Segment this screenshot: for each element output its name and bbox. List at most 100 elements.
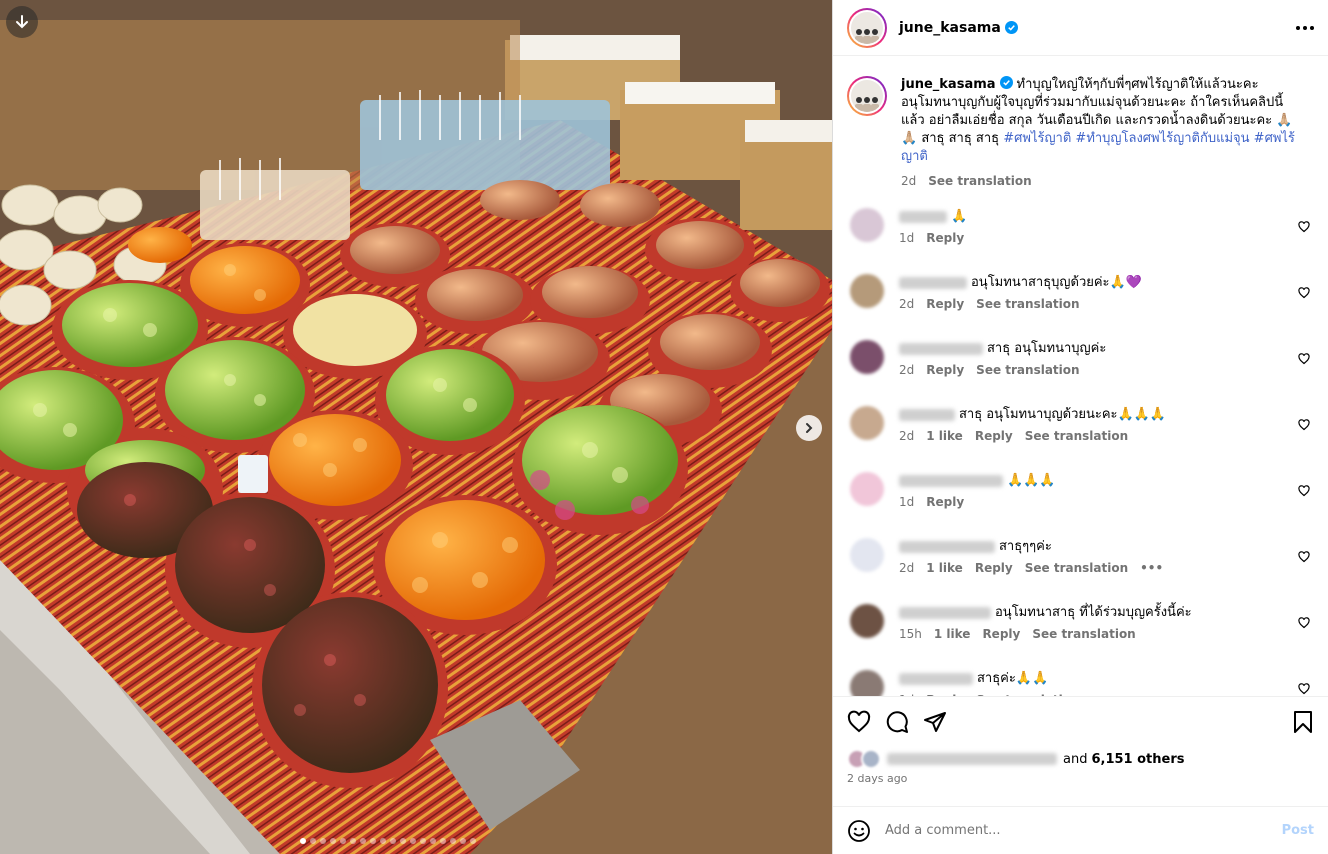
commenter-name-blurred[interactable] [899,607,991,619]
commenter-avatar[interactable] [850,208,884,242]
commenter-name-blurred[interactable] [899,475,1003,487]
commenter-name-blurred[interactable] [899,409,955,421]
carousel-next-button[interactable] [796,415,822,441]
likes-count[interactable]: 6,151 others [1091,752,1184,767]
comment-like-button[interactable] [1298,482,1310,501]
reply-button[interactable]: Reply [982,627,1020,641]
author-username[interactable]: june_kasama [899,20,1001,36]
liker-avatar [861,749,881,769]
carousel-dot [440,838,446,844]
commenter-avatar[interactable] [850,406,884,440]
reply-button[interactable]: Reply [975,429,1013,443]
heart-icon [1298,221,1310,233]
post-side-panel: june_kasama june_kasama ทำบุญใหญ่ให้ๆกับ… [832,0,1328,854]
smiley-icon [848,819,870,842]
comment-like-button[interactable] [1298,680,1310,696]
reply-button[interactable]: Reply [926,693,964,696]
comment-row: สาธุๆๆค่ะ 2d 1 like Reply See translation ••• [847,538,1314,586]
comments-list: 🙏 1d Reply อนุโมทนาสาธุบุญด้วยค่ะ🙏💜 2d Reply S… [847,208,1314,696]
carousel-dot [310,838,316,844]
comment-row: สาธุ อนุโมทนาบุญด้วยนะคะ🙏🙏🙏 2d 1 like Reply… [847,406,1314,454]
see-translation-link[interactable]: See translation [976,363,1079,377]
see-translation-link[interactable]: See translation [928,172,1031,190]
commenter-avatar[interactable] [850,340,884,374]
reply-button[interactable]: Reply [975,561,1013,575]
comment-row: สาธุ อนุโมทนาบุญค่ะ 2d Reply See translatio… [847,340,1314,388]
carousel-dot [300,838,306,844]
commenter-avatar[interactable] [850,274,884,308]
commenter-name-blurred[interactable] [899,343,983,355]
download-button[interactable] [6,6,38,38]
commenter-avatar[interactable] [850,604,884,638]
comment-row: อนุโมทนาสาธุ ที่ได้ร่วมบุญครั้งนี้ค่ะ 15h… [847,604,1314,652]
commenter-name-blurred[interactable] [899,277,967,289]
carousel-dot [390,838,396,844]
author-avatar[interactable] [847,7,887,48]
comment-row: 🙏🙏🙏 1d Reply [847,472,1314,520]
avatar-image [851,80,883,112]
caption-time: 2d [901,174,917,188]
post-header: june_kasama [833,0,1328,56]
comment-like-button[interactable] [1298,218,1310,237]
post-photo [0,0,832,854]
carousel-dot [470,838,476,844]
see-translation-link[interactable]: See translation [976,297,1079,311]
comment-text: สาธุ อนุโมทนาบุญค่ะ [987,341,1107,356]
emoji-button[interactable] [847,819,871,843]
reply-button[interactable]: Reply [926,495,964,509]
comment-time: 15h [899,627,922,641]
reply-button[interactable]: Reply [926,297,964,311]
send-icon [924,711,946,732]
liker-avatars [847,749,881,769]
comment-more-button[interactable]: ••• [1140,561,1163,575]
comment-time: 2d [899,363,915,377]
caption-username[interactable]: june_kasama [901,77,996,92]
comment-button[interactable] [885,710,909,734]
comment-input[interactable] [885,823,1282,838]
comment-likes[interactable]: 1 like [926,429,963,443]
post-actions [833,696,1328,746]
caption-avatar[interactable] [847,76,887,116]
share-button[interactable] [923,710,947,734]
likes-summary: and 6,151 others [833,746,1328,772]
commenter-avatar[interactable] [850,472,884,506]
reply-button[interactable]: Reply [926,231,964,245]
commenter-name-blurred[interactable] [899,541,995,553]
carousel-dot [380,838,386,844]
commenter-name-blurred[interactable] [899,673,973,685]
comment-like-button[interactable] [1298,350,1310,369]
see-translation-link[interactable]: See translation [1025,561,1128,575]
post-comment-button[interactable]: Post [1282,823,1314,838]
like-button[interactable] [847,710,871,734]
offerings-photo [0,0,832,854]
see-translation-link[interactable]: See translation [976,693,1079,696]
arrow-down-icon [16,15,28,29]
verified-badge-icon [1004,21,1018,34]
comment-row: 🙏 1d Reply [847,208,1314,256]
commenter-avatar[interactable] [850,670,884,696]
comment-like-button[interactable] [1298,416,1310,435]
heart-icon [1298,419,1310,431]
carousel-dot [360,838,366,844]
more-options-button[interactable] [1296,25,1314,30]
commenter-avatar[interactable] [850,538,884,572]
carousel-dot [420,838,426,844]
commenter-name-blurred[interactable] [899,211,947,223]
comment-likes[interactable]: 1 like [934,627,971,641]
carousel-dot [320,838,326,844]
comment-icon [886,710,908,733]
comment-like-button[interactable] [1298,614,1310,633]
comment-text: อนุโมทนาสาธุบุญด้วยค่ะ🙏💜 [971,275,1142,290]
comment-likes[interactable]: 1 like [926,561,963,575]
reply-button[interactable]: Reply [926,363,964,377]
carousel-dot [370,838,376,844]
liker-name-blurred [887,753,1057,765]
see-translation-link[interactable]: See translation [1025,429,1128,443]
comment-like-button[interactable] [1298,548,1310,567]
carousel-dot [450,838,456,844]
see-translation-link[interactable]: See translation [1032,627,1135,641]
save-button[interactable] [1292,710,1314,734]
comments-scroll[interactable]: june_kasama ทำบุญใหญ่ให้ๆกับพี่ๆศพไร้ญาติ… [833,56,1328,696]
comment-like-button[interactable] [1298,284,1310,303]
carousel-dot [330,838,336,844]
